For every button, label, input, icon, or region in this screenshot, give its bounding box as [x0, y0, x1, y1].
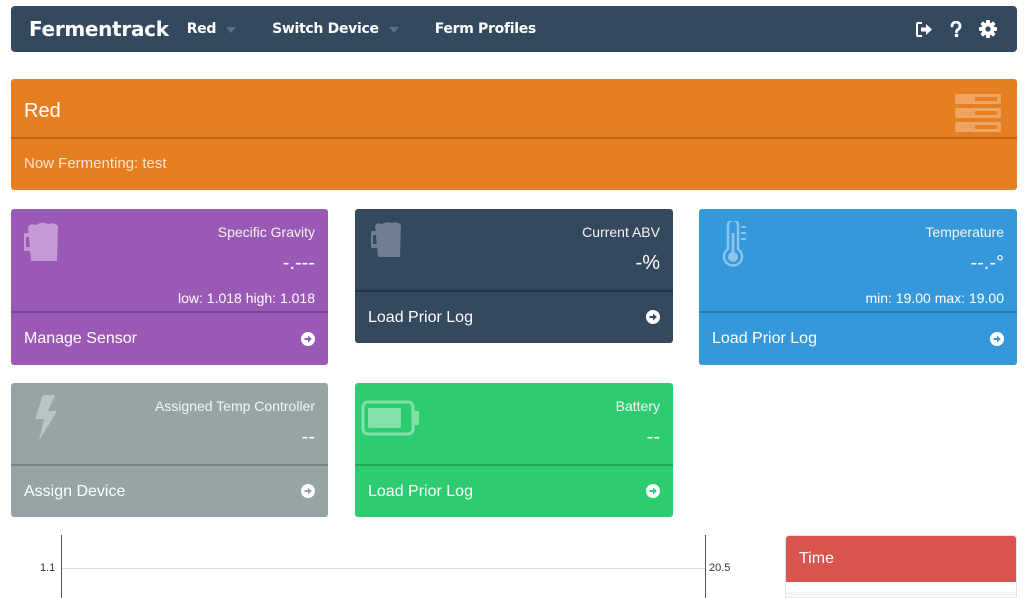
divider: [11, 311, 328, 313]
temperature-tile: Temperature --.-° min: 19.00 max: 19.00 …: [699, 209, 1017, 365]
arrow-circle-right-icon[interactable]: [990, 332, 1004, 346]
temperature-range: min: 19.00 max: 19.00: [865, 290, 1004, 306]
abv-tile: Current ABV -% Load Prior Log: [355, 209, 673, 343]
load-prior-log-link[interactable]: Load Prior Log: [368, 483, 473, 501]
arrow-circle-right-icon[interactable]: [646, 310, 660, 324]
arrow-circle-right-icon[interactable]: [301, 484, 315, 498]
bolt-icon: [33, 395, 59, 446]
manage-sensor-link[interactable]: Manage Sensor: [24, 330, 137, 348]
device-panel: Red Now Fermenting: test: [11, 79, 1017, 190]
load-prior-log-link[interactable]: Load Prior Log: [368, 309, 473, 327]
abv-title: Current ABV: [582, 224, 660, 240]
gear-icon[interactable]: [979, 20, 997, 38]
controller-value: --: [301, 426, 315, 448]
y-axis-tick-right: 20.5: [709, 562, 731, 574]
load-prior-log-link[interactable]: Load Prior Log: [712, 330, 817, 348]
switch-device-menu[interactable]: Switch Device: [272, 21, 399, 37]
arrow-circle-right-icon[interactable]: [301, 332, 315, 346]
arrow-circle-right-icon[interactable]: [646, 484, 660, 498]
gravity-range: low: 1.018 high: 1.018: [178, 290, 315, 306]
chart-axes: [61, 535, 706, 598]
battery-icon: [361, 400, 421, 441]
divider: [11, 137, 1017, 139]
chevron-down-icon: [388, 27, 399, 33]
sign-out-icon[interactable]: [915, 20, 933, 38]
divider: [355, 290, 673, 292]
divider: [11, 464, 328, 466]
gravity-temperature-chart[interactable]: 1.1 20.5: [0, 530, 760, 598]
navbar: Fermentrack Red Switch Device Ferm Profi…: [11, 6, 1017, 52]
battery-tile: Battery -- Load Prior Log: [355, 383, 673, 517]
device-menu[interactable]: Red: [186, 21, 237, 37]
gravity-value: -.---: [282, 252, 315, 274]
time-panel: Time: [785, 535, 1017, 598]
gravity-title: Specific Gravity: [217, 224, 315, 240]
time-panel-row: [786, 592, 1016, 596]
server-icon: [955, 94, 1001, 137]
beer-mug-icon: [369, 221, 411, 262]
nav-actions: [915, 6, 997, 52]
beer-mug-icon: [22, 221, 70, 266]
device-menu-label: Red: [186, 21, 217, 37]
controller-title: Assigned Temp Controller: [154, 398, 315, 414]
chevron-down-icon: [226, 27, 237, 33]
battery-title: Battery: [615, 398, 660, 414]
brand-link[interactable]: Fermentrack: [29, 17, 169, 41]
question-icon[interactable]: [947, 20, 965, 38]
temperature-title: Temperature: [925, 224, 1004, 240]
controller-tile: Assigned Temp Controller -- Assign Devic…: [11, 383, 328, 517]
divider: [699, 311, 1017, 313]
switch-device-label: Switch Device: [272, 21, 379, 37]
battery-value: --: [646, 426, 660, 448]
temperature-value: --.-°: [970, 252, 1004, 274]
fermenting-status: Now Fermenting: test: [24, 155, 167, 172]
divider: [355, 464, 673, 466]
assign-device-link[interactable]: Assign Device: [24, 483, 125, 501]
gravity-tile: Specific Gravity -.--- low: 1.018 high: …: [11, 209, 328, 365]
ferm-profiles-link[interactable]: Ferm Profiles: [435, 21, 537, 37]
device-title: Red: [24, 100, 61, 122]
thermometer-icon: [719, 218, 749, 272]
abv-value: -%: [635, 252, 660, 274]
time-panel-header: Time: [786, 536, 1016, 582]
y-axis-tick-left: 1.1: [40, 562, 56, 574]
